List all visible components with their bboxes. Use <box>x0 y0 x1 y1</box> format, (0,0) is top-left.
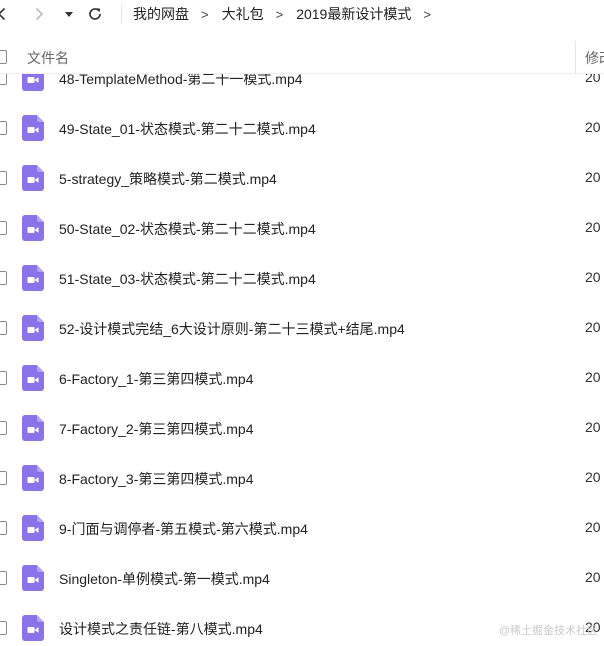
column-header: 文件名 修改 <box>0 41 604 74</box>
file-name[interactable]: Singleton-单例模式-第一模式.mp4 <box>59 569 270 589</box>
video-file-icon <box>22 565 44 591</box>
file-name[interactable]: 7-Factory_2-第三第四模式.mp4 <box>59 419 253 439</box>
row-checkbox[interactable] <box>0 521 7 535</box>
video-file-icon <box>22 465 44 491</box>
row-checkbox[interactable] <box>0 221 7 235</box>
column-header-modified[interactable]: 修改 <box>585 48 604 68</box>
file-modified-date: 20 <box>585 469 601 485</box>
row-checkbox[interactable] <box>0 271 7 285</box>
file-row[interactable]: 9-门面与调停者-第五模式-第六模式.mp4 20 <box>0 508 604 548</box>
file-modified-date: 20 <box>585 519 601 535</box>
video-file-icon <box>22 365 44 391</box>
video-file-icon <box>22 265 44 291</box>
video-file-icon <box>22 315 44 341</box>
file-modified-date: 20 <box>585 119 601 135</box>
row-checkbox[interactable] <box>0 571 7 585</box>
video-file-icon <box>22 415 44 441</box>
file-modified-date: 20 <box>585 169 601 185</box>
file-modified-date: 20 <box>585 319 601 335</box>
row-checkbox[interactable] <box>0 321 7 335</box>
row-checkbox[interactable] <box>0 621 7 635</box>
file-modified-date: 20 <box>585 369 601 385</box>
file-row[interactable]: 49-State_01-状态模式-第二十二模式.mp4 20 <box>0 108 604 148</box>
file-name[interactable]: 49-State_01-状态模式-第二十二模式.mp4 <box>59 119 316 139</box>
file-name[interactable]: 5-strategy_策略模式-第二模式.mp4 <box>59 169 277 189</box>
file-list: 48-TemplateMethod-第二十一模式.mp4 20 49-State_0… <box>0 0 604 646</box>
file-modified-date: 20 <box>585 419 601 435</box>
file-name[interactable]: 50-State_02-状态模式-第二十二模式.mp4 <box>59 219 316 239</box>
file-row[interactable]: 50-State_02-状态模式-第二十二模式.mp4 20 <box>0 208 604 248</box>
row-checkbox[interactable] <box>0 121 7 135</box>
file-row[interactable]: Singleton-单例模式-第一模式.mp4 20 <box>0 558 604 598</box>
file-name[interactable]: 设计模式之责任链-第八模式.mp4 <box>59 619 263 639</box>
row-checkbox[interactable] <box>0 371 7 385</box>
video-file-icon <box>22 115 44 141</box>
file-row[interactable]: 52-设计模式完结_6大设计原则-第二十三模式+结尾.mp4 20 <box>0 308 604 348</box>
file-row[interactable]: 51-State_03-状态模式-第二十二模式.mp4 20 <box>0 258 604 298</box>
file-name[interactable]: 52-设计模式完结_6大设计原则-第二十三模式+结尾.mp4 <box>59 319 405 339</box>
row-checkbox[interactable] <box>0 471 7 485</box>
row-checkbox[interactable] <box>0 171 7 185</box>
video-file-icon <box>22 215 44 241</box>
select-all-checkbox[interactable] <box>0 50 7 64</box>
column-header-name[interactable]: 文件名 <box>27 48 69 68</box>
file-name[interactable]: 6-Factory_1-第三第四模式.mp4 <box>59 369 253 389</box>
file-modified-date: 20 <box>585 569 601 585</box>
file-name[interactable]: 9-门面与调停者-第五模式-第六模式.mp4 <box>59 519 308 539</box>
file-manager-window: 我的网盘 > 大礼包 > 2019最新设计模式 > 文件名 修改 48-Temp… <box>0 0 604 646</box>
video-file-icon <box>22 165 44 191</box>
file-modified-date: 20 <box>585 219 601 235</box>
video-file-icon <box>22 615 44 641</box>
file-row[interactable]: 7-Factory_2-第三第四模式.mp4 20 <box>0 408 604 448</box>
file-name[interactable]: 8-Factory_3-第三第四模式.mp4 <box>59 469 253 489</box>
video-file-icon <box>22 515 44 541</box>
file-name[interactable]: 51-State_03-状态模式-第二十二模式.mp4 <box>59 269 316 289</box>
watermark: @稀土掘金技术社区 <box>498 625 598 637</box>
file-row[interactable]: 8-Factory_3-第三第四模式.mp4 20 <box>0 458 604 498</box>
file-modified-date: 20 <box>585 269 601 285</box>
file-row[interactable]: 6-Factory_1-第三第四模式.mp4 20 <box>0 358 604 398</box>
file-row[interactable]: 5-strategy_策略模式-第二模式.mp4 20 <box>0 158 604 198</box>
row-checkbox[interactable] <box>0 421 7 435</box>
column-divider[interactable] <box>575 41 576 73</box>
